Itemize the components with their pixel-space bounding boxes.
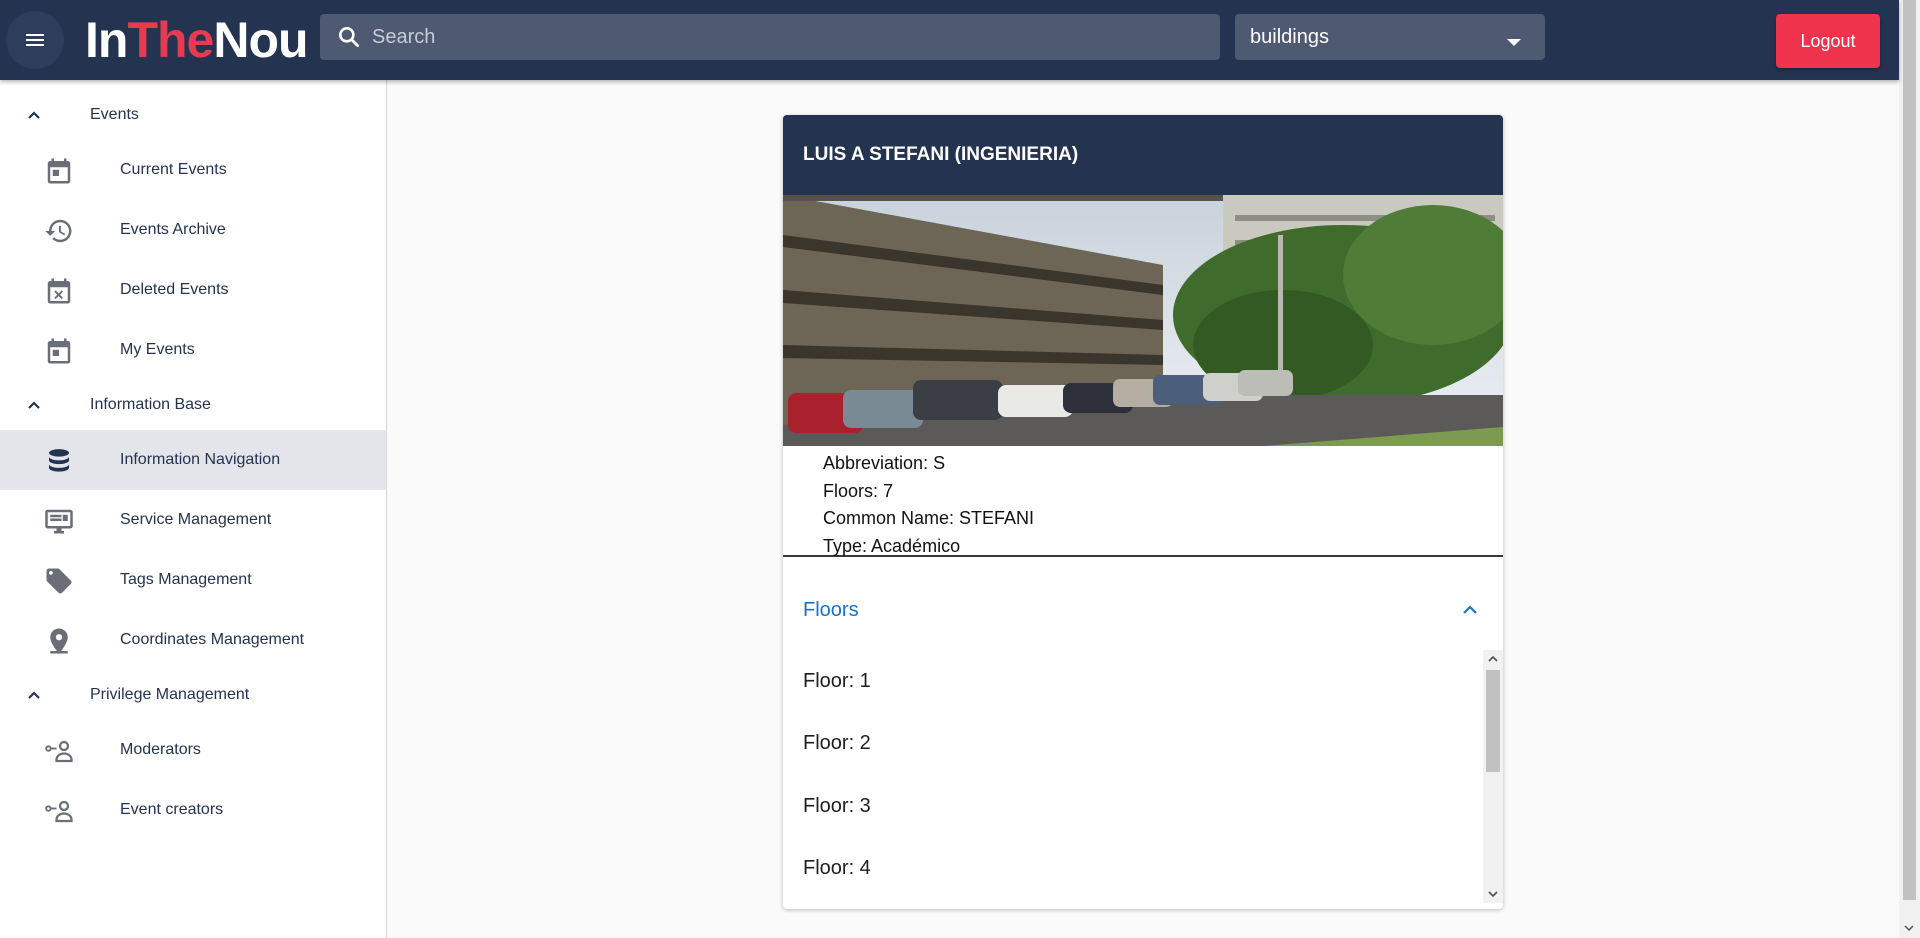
sidebar-item-label: My Events	[120, 341, 195, 358]
event-busy-icon	[47, 278, 71, 304]
sidebar-item-current-events[interactable]: Current Events	[0, 140, 386, 200]
sidebar-section-label: Events	[90, 106, 139, 123]
calendar-icon	[47, 158, 71, 184]
page-scrollbar[interactable]	[1899, 0, 1920, 938]
sidebar-item-information-navigation[interactable]: Information Navigation	[0, 430, 386, 490]
floor-list-item[interactable]: Floor: 1	[783, 650, 1483, 713]
chevron-up-icon	[28, 691, 40, 699]
floor-list-item[interactable]: Floor: 2	[783, 713, 1483, 776]
floors-list-scrollbar[interactable]	[1483, 650, 1503, 903]
menu-button[interactable]	[6, 11, 64, 69]
logo-text-in: In	[85, 12, 128, 68]
person-key-icon	[45, 740, 73, 763]
chevron-up-icon	[28, 401, 40, 409]
floors-panel-title: Floors	[803, 599, 859, 621]
building-info: Abbreviation: S Floors: 7 Common Name: S…	[783, 446, 1503, 557]
search-icon	[339, 27, 360, 48]
building-type: Type: Académico	[823, 535, 961, 556]
category-select[interactable]: buildings	[1235, 14, 1545, 60]
sidebar: Events Current Events Events Archive Del…	[0, 80, 387, 938]
category-select-value: buildings	[1250, 25, 1329, 48]
scroll-down-arrow-icon[interactable]	[1487, 889, 1499, 899]
sidebar-item-tags-management[interactable]: Tags Management	[0, 550, 386, 610]
calendar-icon	[47, 338, 71, 364]
sidebar-item-moderators[interactable]: Moderators	[0, 720, 386, 780]
scroll-down-arrow-icon[interactable]	[1904, 924, 1914, 932]
sidebar-item-deleted-events[interactable]: Deleted Events	[0, 260, 386, 320]
sidebar-item-label: Information Navigation	[120, 451, 281, 468]
sidebar-item-my-events[interactable]: My Events	[0, 320, 386, 380]
building-card-header: LUIS A STEFANI (INGENIERIA)	[783, 115, 1503, 195]
search-input[interactable]	[372, 25, 1192, 49]
building-common-name: Common Name: STEFANI	[823, 508, 1035, 528]
sidebar-item-label: Deleted Events	[120, 281, 229, 298]
scrollbar-thumb[interactable]	[1486, 670, 1500, 772]
building-card: LUIS A STEFANI (INGENIERIA) Abbreviation…	[783, 115, 1503, 909]
floors-list[interactable]: Floor: 1 Floor: 2 Floor: 3 Floor: 4	[783, 650, 1483, 903]
sidebar-item-label: Tags Management	[120, 571, 252, 588]
database-icon	[49, 449, 69, 472]
sidebar-section-information-base[interactable]: Information Base	[0, 380, 386, 430]
sidebar-section-events[interactable]: Events	[0, 90, 386, 140]
page-scrollbar-thumb[interactable]	[1903, 0, 1916, 900]
sidebar-item-label: Moderators	[120, 741, 201, 758]
sidebar-item-label: Current Events	[120, 161, 227, 178]
chevron-up-icon	[1463, 605, 1477, 614]
sidebar-item-event-creators[interactable]: Event creators	[0, 780, 386, 840]
sidebar-section-privilege-management[interactable]: Privilege Management	[0, 670, 386, 720]
building-abbreviation: Abbreviation: S	[823, 453, 946, 473]
sidebar-section-label: Privilege Management	[90, 686, 250, 703]
dropdown-arrow-icon	[1507, 39, 1521, 46]
logout-button[interactable]: Logout	[1776, 14, 1880, 68]
floors-expansion-header[interactable]: Floors	[783, 583, 1503, 639]
sidebar-item-coordinates-management[interactable]: Coordinates Management	[0, 610, 386, 670]
building-photo	[783, 195, 1503, 446]
history-icon	[45, 219, 72, 243]
app-logo[interactable]: InTheNou	[85, 10, 309, 70]
location-pin-icon	[50, 628, 68, 654]
scroll-up-arrow-icon[interactable]	[1487, 654, 1499, 664]
sidebar-item-events-archive[interactable]: Events Archive	[0, 200, 386, 260]
sidebar-item-label: Coordinates Management	[120, 631, 305, 648]
building-title: LUIS A STEFANI (INGENIERIA)	[803, 144, 1079, 165]
tags-icon	[46, 568, 72, 594]
sidebar-item-service-management[interactable]: Service Management	[0, 490, 386, 550]
person-key-icon	[45, 800, 73, 823]
floor-list-item[interactable]: Floor: 4	[783, 838, 1483, 901]
building-floors-count: Floors: 7	[823, 480, 894, 501]
sidebar-item-label: Service Management	[120, 511, 272, 528]
floor-list-item[interactable]: Floor: 3	[783, 775, 1483, 838]
top-app-bar: InTheNou buildings Logout	[0, 0, 1899, 80]
sidebar-item-label: Event creators	[120, 801, 224, 818]
chevron-up-icon	[28, 111, 40, 119]
logo-text-nou: Nou	[213, 12, 308, 68]
search-bar[interactable]	[320, 14, 1220, 60]
sidebar-item-label: Events Archive	[120, 221, 226, 238]
monitor-icon	[45, 509, 73, 534]
sidebar-section-label: Information Base	[90, 396, 211, 413]
hamburger-menu-icon	[26, 34, 44, 46]
logo-text-the: The	[127, 12, 214, 68]
